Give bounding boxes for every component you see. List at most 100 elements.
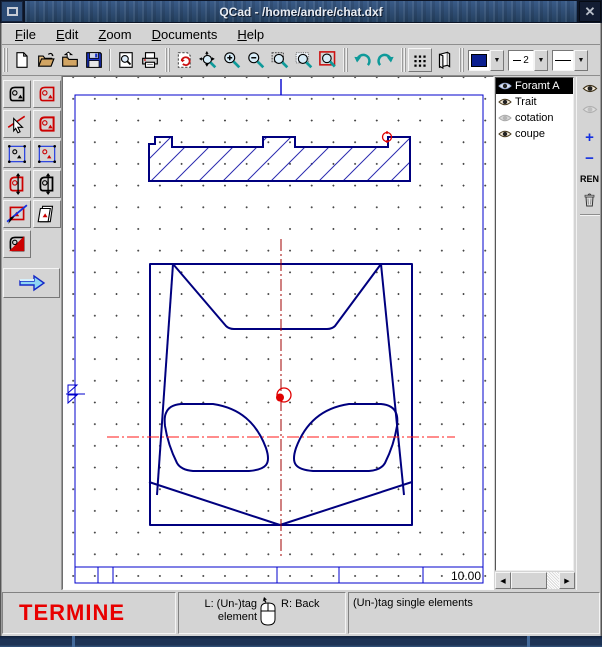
- toolbar-handle[interactable]: [165, 48, 170, 72]
- toolbar-separator: [109, 49, 111, 71]
- rename-layer-button[interactable]: REN: [578, 169, 602, 189]
- invert-tag-button[interactable]: [3, 230, 31, 258]
- cad-drawing: 10.00: [63, 77, 493, 589]
- toolbar-handle[interactable]: [459, 48, 464, 72]
- line-style-combobox[interactable]: ▼: [552, 50, 588, 71]
- isometric-view-button[interactable]: [432, 48, 456, 72]
- untag-window-button[interactable]: [33, 140, 61, 168]
- zoom-window-button[interactable]: [268, 48, 292, 72]
- close-button[interactable]: ✕: [579, 1, 601, 22]
- window-left-border[interactable]: [0, 23, 2, 636]
- untag-all-button[interactable]: [3, 200, 31, 228]
- scroll-track[interactable]: [547, 572, 559, 589]
- left-cheek-line: [157, 264, 173, 495]
- plus-icon: +: [585, 129, 594, 146]
- toolbar: ▼ 2 ▼ ▼: [0, 45, 602, 76]
- width-sample-line: [513, 60, 521, 61]
- scroll-right-button[interactable]: ▶: [559, 572, 575, 589]
- zoom-previous-view-icon: [319, 51, 337, 69]
- untag-intersected-icon: [36, 173, 58, 195]
- zoom-out-button[interactable]: [244, 48, 268, 72]
- layer-item-1[interactable]: Trait: [496, 94, 573, 110]
- line-style-value: [552, 50, 574, 71]
- redraw-button[interactable]: [172, 48, 196, 72]
- printer-icon: [141, 51, 159, 69]
- menu-help[interactable]: Help: [228, 25, 273, 44]
- menu-edit[interactable]: Edit: [47, 25, 87, 44]
- tag-layer-icon: [36, 203, 58, 225]
- toolbar-handle[interactable]: [3, 48, 8, 72]
- untag-intersected-button[interactable]: [33, 170, 61, 198]
- print-preview-icon: [117, 51, 135, 69]
- close-icon: ✕: [585, 4, 596, 20]
- chevron-down-icon: ▼: [538, 57, 545, 64]
- titlebar-drag-area[interactable]: QCad - /home/andre/chat.dxf: [25, 1, 577, 22]
- eye-closed-icon: [582, 104, 598, 115]
- trash-icon: [582, 192, 597, 208]
- menu-documents[interactable]: Documents: [143, 25, 227, 44]
- layer-item-3[interactable]: coupe: [496, 126, 573, 142]
- pick-element-button[interactable]: [3, 110, 31, 138]
- layer-item-0[interactable]: Foramt A: [496, 78, 573, 94]
- save-file-button[interactable]: [82, 48, 106, 72]
- layer-item-2[interactable]: cotation: [496, 110, 573, 126]
- import-file-button[interactable]: [58, 48, 82, 72]
- titlebar: QCad - /home/andre/chat.dxf ✕: [0, 0, 602, 23]
- action-hint-panel: (Un-)tag single elements: [348, 592, 600, 634]
- untag-element-button[interactable]: [33, 80, 61, 108]
- toolbar-handle[interactable]: [401, 48, 406, 72]
- redo-button[interactable]: [374, 48, 398, 72]
- line-width-combobox[interactable]: 2 ▼: [508, 50, 548, 71]
- new-file-button[interactable]: [10, 48, 34, 72]
- zoom-previous-view-button[interactable]: [316, 48, 340, 72]
- toolbar-handle[interactable]: [343, 48, 348, 72]
- color-combobox[interactable]: ▼: [468, 50, 504, 71]
- right-cheek-line: [381, 264, 404, 495]
- delete-layer-button[interactable]: [578, 190, 602, 210]
- section-view: [123, 117, 423, 197]
- layer-list: Foramt A Trait cotation coupe: [495, 77, 574, 571]
- window-bottom-border[interactable]: [0, 636, 602, 647]
- tag-intersected-button[interactable]: [3, 170, 31, 198]
- window-title: QCad - /home/andre/chat.dxf: [219, 5, 382, 19]
- canvas-frame: 10.00: [62, 76, 494, 590]
- menu-zoom[interactable]: Zoom: [89, 25, 140, 44]
- window-menu-button[interactable]: [1, 1, 23, 22]
- chevron-down-icon: ▼: [494, 57, 501, 64]
- zoom-pan-button[interactable]: [292, 48, 316, 72]
- tag-contour-icon: [36, 113, 58, 135]
- resize-notch: [72, 636, 75, 647]
- tag-window-button[interactable]: [3, 140, 31, 168]
- eye-icon: [498, 129, 512, 139]
- scroll-thumb[interactable]: [511, 572, 547, 589]
- zoom-pan-icon: [295, 51, 313, 69]
- print-preview-button[interactable]: [114, 48, 138, 72]
- scroll-left-button[interactable]: ◀: [495, 572, 511, 589]
- continue-button[interactable]: [3, 268, 60, 298]
- tag-element-icon: [6, 83, 28, 105]
- untag-all-icon: [6, 203, 28, 225]
- selection-toolbox: [0, 76, 62, 590]
- tag-layer-button[interactable]: [33, 200, 61, 228]
- hide-layer-button[interactable]: [578, 99, 602, 119]
- layer-list-hscrollbar[interactable]: ◀ ▶: [495, 572, 575, 589]
- zoom-in-button[interactable]: [220, 48, 244, 72]
- tag-contour-button[interactable]: [33, 110, 61, 138]
- color-combobox-arrow[interactable]: ▼: [490, 50, 504, 71]
- undo-button[interactable]: [350, 48, 374, 72]
- remove-layer-button[interactable]: −: [578, 148, 602, 168]
- zoom-autozoom-icon: [199, 51, 217, 69]
- open-file-button[interactable]: [34, 48, 58, 72]
- line-width-arrow[interactable]: ▼: [534, 50, 548, 71]
- drawing-canvas[interactable]: 10.00: [63, 77, 493, 589]
- grid-spacing-label: 10.00: [451, 569, 481, 583]
- zoom-autozoom-button[interactable]: [196, 48, 220, 72]
- line-style-arrow[interactable]: ▼: [574, 50, 588, 71]
- menu-file[interactable]: File: [6, 25, 45, 44]
- tag-element-button[interactable]: [3, 80, 31, 108]
- print-button[interactable]: [138, 48, 162, 72]
- style-sample-line: [555, 60, 571, 61]
- add-layer-button[interactable]: +: [578, 127, 602, 147]
- show-layer-button[interactable]: [578, 78, 602, 98]
- grid-toggle-button[interactable]: [408, 48, 432, 72]
